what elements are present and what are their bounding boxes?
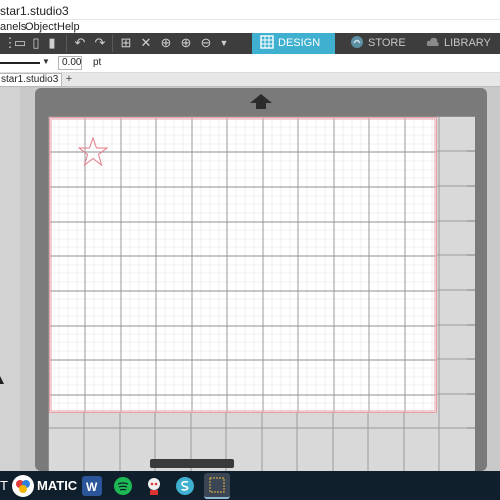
tab-design-label: DESIGN	[278, 37, 321, 49]
tab-store-label: STORE	[368, 37, 406, 49]
paste-icon[interactable]: ▯	[28, 35, 44, 51]
workspace-left-edge	[0, 87, 20, 471]
app-character-icon[interactable]	[144, 476, 164, 496]
app-logo-icon[interactable]	[11, 474, 35, 498]
star-shape[interactable]	[78, 137, 108, 167]
spotify-icon[interactable]	[113, 476, 133, 496]
toolbar-divider	[66, 35, 67, 52]
line-width-unit: pt	[93, 57, 102, 68]
cloud-icon	[426, 37, 439, 46]
svg-text:W: W	[86, 480, 98, 494]
store-icon	[351, 36, 363, 48]
zoom-in-icon[interactable]: ⊕	[178, 35, 194, 51]
window-title: star1.studio3	[0, 4, 69, 18]
active-app-icon[interactable]	[204, 473, 230, 499]
horizontal-scrollbar[interactable]	[150, 459, 234, 468]
grid-icon	[260, 35, 274, 49]
menu-bar: anels Object Help	[0, 20, 500, 34]
document-tab-bar: star1.studio3 +	[0, 73, 500, 87]
line-style-dropdown-icon[interactable]: ▼	[42, 57, 50, 66]
tab-design[interactable]: DESIGN	[252, 33, 335, 54]
os-taskbar: T MATIC W	[0, 471, 500, 500]
delete-icon[interactable]: ▮	[44, 35, 60, 51]
design-page[interactable]	[49, 117, 437, 413]
line-width-input[interactable]: 0.00	[58, 56, 82, 70]
deselect-icon[interactable]: ✕	[138, 35, 154, 51]
zoom-out-icon[interactable]: ⊖	[198, 35, 214, 51]
menu-item-panels[interactable]: anels	[0, 21, 26, 33]
pan-icon[interactable]: ⊕	[158, 35, 174, 51]
silhouette-studio-icon[interactable]	[175, 476, 195, 496]
title-bar: star1.studio3	[0, 0, 500, 20]
line-settings-bar: ▼ 0.00 pt	[0, 54, 500, 73]
main-toolbar: ⋮ ▭ ▯ ▮ ↶ ↷ ⊞ ✕ ⊕ ⊕ ⊖ ▼ DESIGN STORE LIB…	[0, 33, 500, 54]
doc-tab-star1[interactable]: star1.studio3	[0, 73, 62, 87]
redo-icon[interactable]: ↷	[92, 35, 108, 51]
tab-library-label: LIBRARY	[444, 37, 491, 49]
undo-icon[interactable]: ↶	[72, 35, 88, 51]
menu-item-help[interactable]: Help	[57, 21, 80, 33]
toolbar-divider	[112, 35, 113, 52]
mouse-cursor-icon	[0, 376, 4, 384]
right-ruler-ticks	[467, 150, 475, 429]
line-style-preview	[0, 62, 40, 64]
tab-library[interactable]: LIBRARY	[426, 33, 500, 54]
word-icon[interactable]: W	[82, 476, 102, 496]
select-all-icon[interactable]: ⊞	[118, 35, 134, 51]
copy-icon[interactable]: ▭	[12, 35, 28, 51]
menu-item-object[interactable]: Object	[25, 21, 57, 33]
taskbar-text-left: T	[0, 478, 8, 493]
feed-direction-arrow-icon	[250, 94, 272, 109]
taskbar-brand-text: MATIC	[37, 478, 78, 493]
add-tab-button[interactable]: +	[64, 73, 74, 87]
zoom-dropdown-icon[interactable]: ▼	[216, 35, 232, 51]
tab-store[interactable]: STORE	[350, 33, 420, 54]
